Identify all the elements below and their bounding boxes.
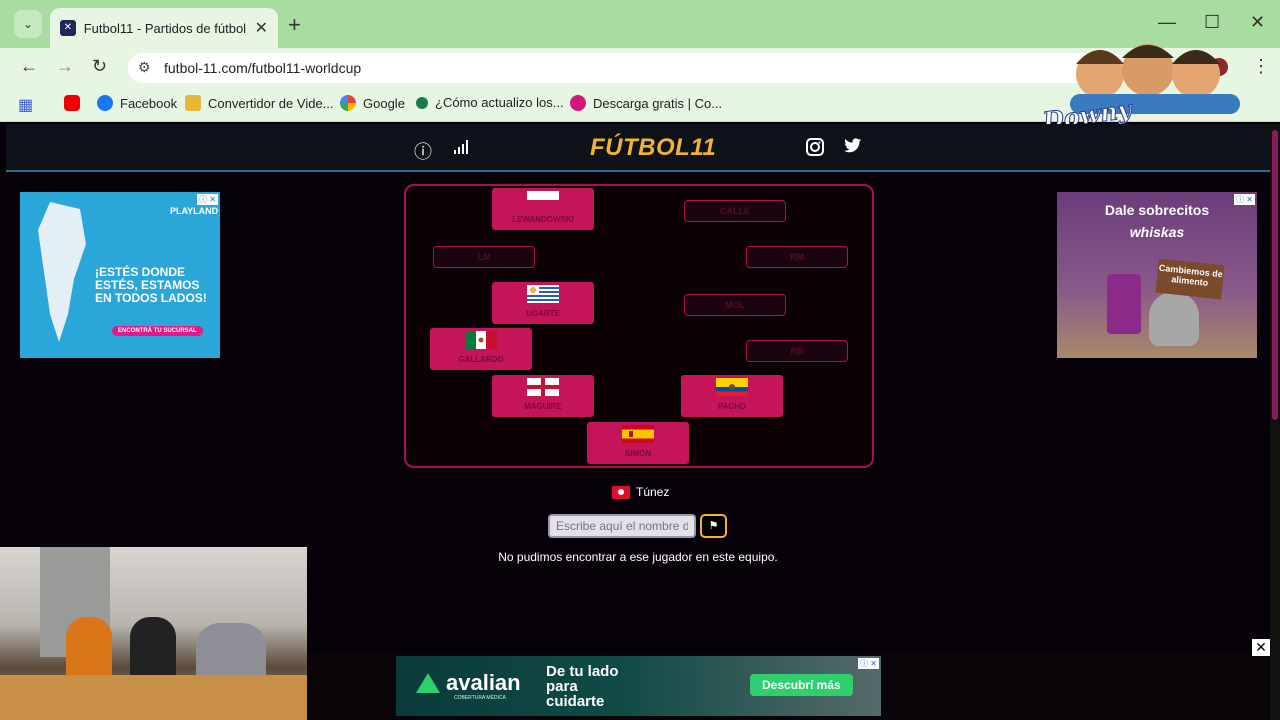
bookmark-descarga[interactable]: Descarga gratis | Co... — [570, 95, 722, 111]
position-slot-rb[interactable]: RB — [746, 340, 848, 362]
result-message: No pudimos encontrar a ese jugador en es… — [498, 550, 778, 564]
maximize-icon[interactable]: ☐ — [1204, 12, 1220, 33]
player-card-pacho[interactable]: PACHO — [681, 375, 783, 417]
player-search-input[interactable] — [548, 514, 696, 538]
ad-choices-icon[interactable]: ⓘ ✕ — [1234, 194, 1255, 205]
avalian-logo: avalian — [416, 670, 521, 696]
player-name: UGARTE — [526, 309, 560, 318]
info-icon[interactable]: ⓘ — [414, 138, 432, 164]
close-ad-icon[interactable]: ✕ — [1252, 639, 1270, 656]
close-window-icon[interactable]: ✕ — [1250, 12, 1265, 33]
apps-icon[interactable]: ▦ — [18, 95, 33, 115]
bookmark-convertidor[interactable]: Convertidor de Vide... — [185, 95, 334, 111]
cat-image — [1149, 292, 1199, 346]
diamond-icon — [416, 96, 428, 109]
player-card-maguire[interactable]: MAGUIRE — [492, 375, 594, 417]
ad-bottom-cta[interactable]: Descubrí más — [750, 674, 853, 696]
site-settings-icon[interactable]: ⚙ — [138, 59, 151, 76]
ad-right-banner[interactable]: Dale sobrecitos whiskas Cambiemos de ali… — [1057, 192, 1257, 358]
poland-flag-icon — [527, 191, 559, 209]
site-header: ⓘ FÚTBOL11 — [6, 124, 1270, 172]
player-name: GALLARDO — [458, 355, 504, 364]
position-slot-lm[interactable]: LM — [433, 246, 535, 268]
bookmark-facebook[interactable]: Facebook — [97, 95, 177, 111]
player-name: PACHO — [717, 402, 747, 411]
give-up-flag-button[interactable]: ⚑ — [700, 514, 727, 538]
ad-left-cta[interactable]: ENCONTRÁ TU SUCURSAL — [112, 326, 203, 336]
team-name: Túnez — [636, 485, 670, 499]
ad-choices-icon[interactable]: ⓘ ✕ — [858, 658, 879, 669]
position-slot-calle[interactable]: CALLE — [684, 200, 786, 222]
url-field[interactable]: ⚙ futbol-11.com/futbol11-worldcup — [128, 53, 1128, 83]
ad-bottom-banner[interactable]: avalian COBERTURA MÉDICA De tu lado para… — [396, 656, 881, 716]
google-icon — [340, 95, 356, 111]
youtube-icon — [64, 95, 80, 111]
tab-search-dropdown[interactable]: ⌄ — [14, 10, 42, 38]
ad-bottom-copy: De tu lado para cuidarte — [546, 663, 619, 710]
position-slot-rm[interactable]: RM — [746, 246, 848, 268]
ad-left-brand: PLAYLAND — [170, 206, 219, 216]
ecuador-flag-icon — [716, 378, 748, 396]
bookmark-google[interactable]: Google — [340, 95, 405, 111]
current-team: Túnez — [612, 485, 669, 499]
uruguay-flag-icon — [527, 285, 559, 303]
folder-icon — [185, 95, 201, 111]
ad-right-line1: Dale sobrecitos — [1104, 202, 1210, 218]
mexico-flag-icon — [465, 331, 497, 349]
player-name: MAGUIRE — [524, 402, 562, 411]
close-tab-icon[interactable]: ✕ — [255, 18, 268, 38]
player-card-lewandowski[interactable]: LEWANDOWSKI — [492, 188, 594, 230]
formation-pitch: LEWANDOWSKI CALLE LM RM UGARTE MOL GALLA… — [404, 184, 874, 468]
reload-icon[interactable]: ↻ — [92, 56, 107, 77]
browser-tab[interactable]: ✕ Futbol11 - Partidos de fútbol di ✕ — [50, 8, 278, 48]
url-text: futbol-11.com/futbol11-worldcup — [164, 60, 362, 76]
bookmark-youtube[interactable] — [64, 95, 87, 111]
ad-left-banner[interactable]: PLAYLAND ¡ESTÉS DONDE ESTÉS, ESTAMOS EN … — [20, 192, 220, 358]
england-flag-icon — [527, 378, 559, 396]
position-slot-mol[interactable]: MOL — [684, 294, 786, 316]
ad-right-sign: Cambiemos de alimento — [1155, 258, 1225, 300]
avalian-logo-icon — [416, 673, 440, 693]
argentina-map — [38, 202, 86, 342]
ad-choices-icon[interactable]: ⓘ ✕ — [197, 194, 218, 205]
player-name: LEWANDOWSKI — [512, 215, 574, 224]
page-scrollbar[interactable] — [1270, 124, 1280, 720]
player-name: SIMÓN — [624, 449, 652, 458]
spain-flag-icon — [622, 425, 654, 443]
player-card-gallardo[interactable]: GALLARDO — [430, 328, 532, 370]
tunisia-flag-icon — [612, 485, 630, 499]
bookmark-actualizo[interactable]: ¿Cómo actualizo los... — [416, 95, 564, 110]
ad-left-headline: ¡ESTÉS DONDE ESTÉS, ESTAMOS EN TODOS LAD… — [95, 265, 207, 305]
ad-right-brand: whiskas — [1129, 224, 1185, 240]
minimize-icon[interactable]: — — [1158, 12, 1176, 33]
ad-bottom-sub: COBERTURA MÉDICA — [454, 695, 506, 701]
player-card-ugarte[interactable]: UGARTE — [492, 282, 594, 324]
scrollbar-thumb[interactable] — [1272, 130, 1278, 420]
back-icon[interactable]: ← — [20, 56, 38, 77]
instagram-icon[interactable] — [806, 138, 824, 161]
drop-icon — [570, 95, 586, 111]
webcam-overlay — [0, 547, 307, 720]
tab-title: Futbol11 - Partidos de fútbol di — [83, 20, 249, 36]
forward-icon[interactable]: → — [56, 56, 74, 77]
webcam-table — [0, 675, 307, 720]
site-favicon-icon: ✕ — [60, 20, 76, 36]
new-tab-button[interactable]: + — [288, 12, 301, 38]
stats-icon[interactable] — [452, 138, 470, 161]
site-logo[interactable]: FÚTBOL11 — [590, 134, 716, 162]
player-card-simon[interactable]: SIMÓN — [587, 422, 689, 464]
facebook-icon — [97, 95, 113, 111]
twitter-icon[interactable] — [844, 138, 862, 159]
food-bag-image — [1107, 274, 1141, 334]
